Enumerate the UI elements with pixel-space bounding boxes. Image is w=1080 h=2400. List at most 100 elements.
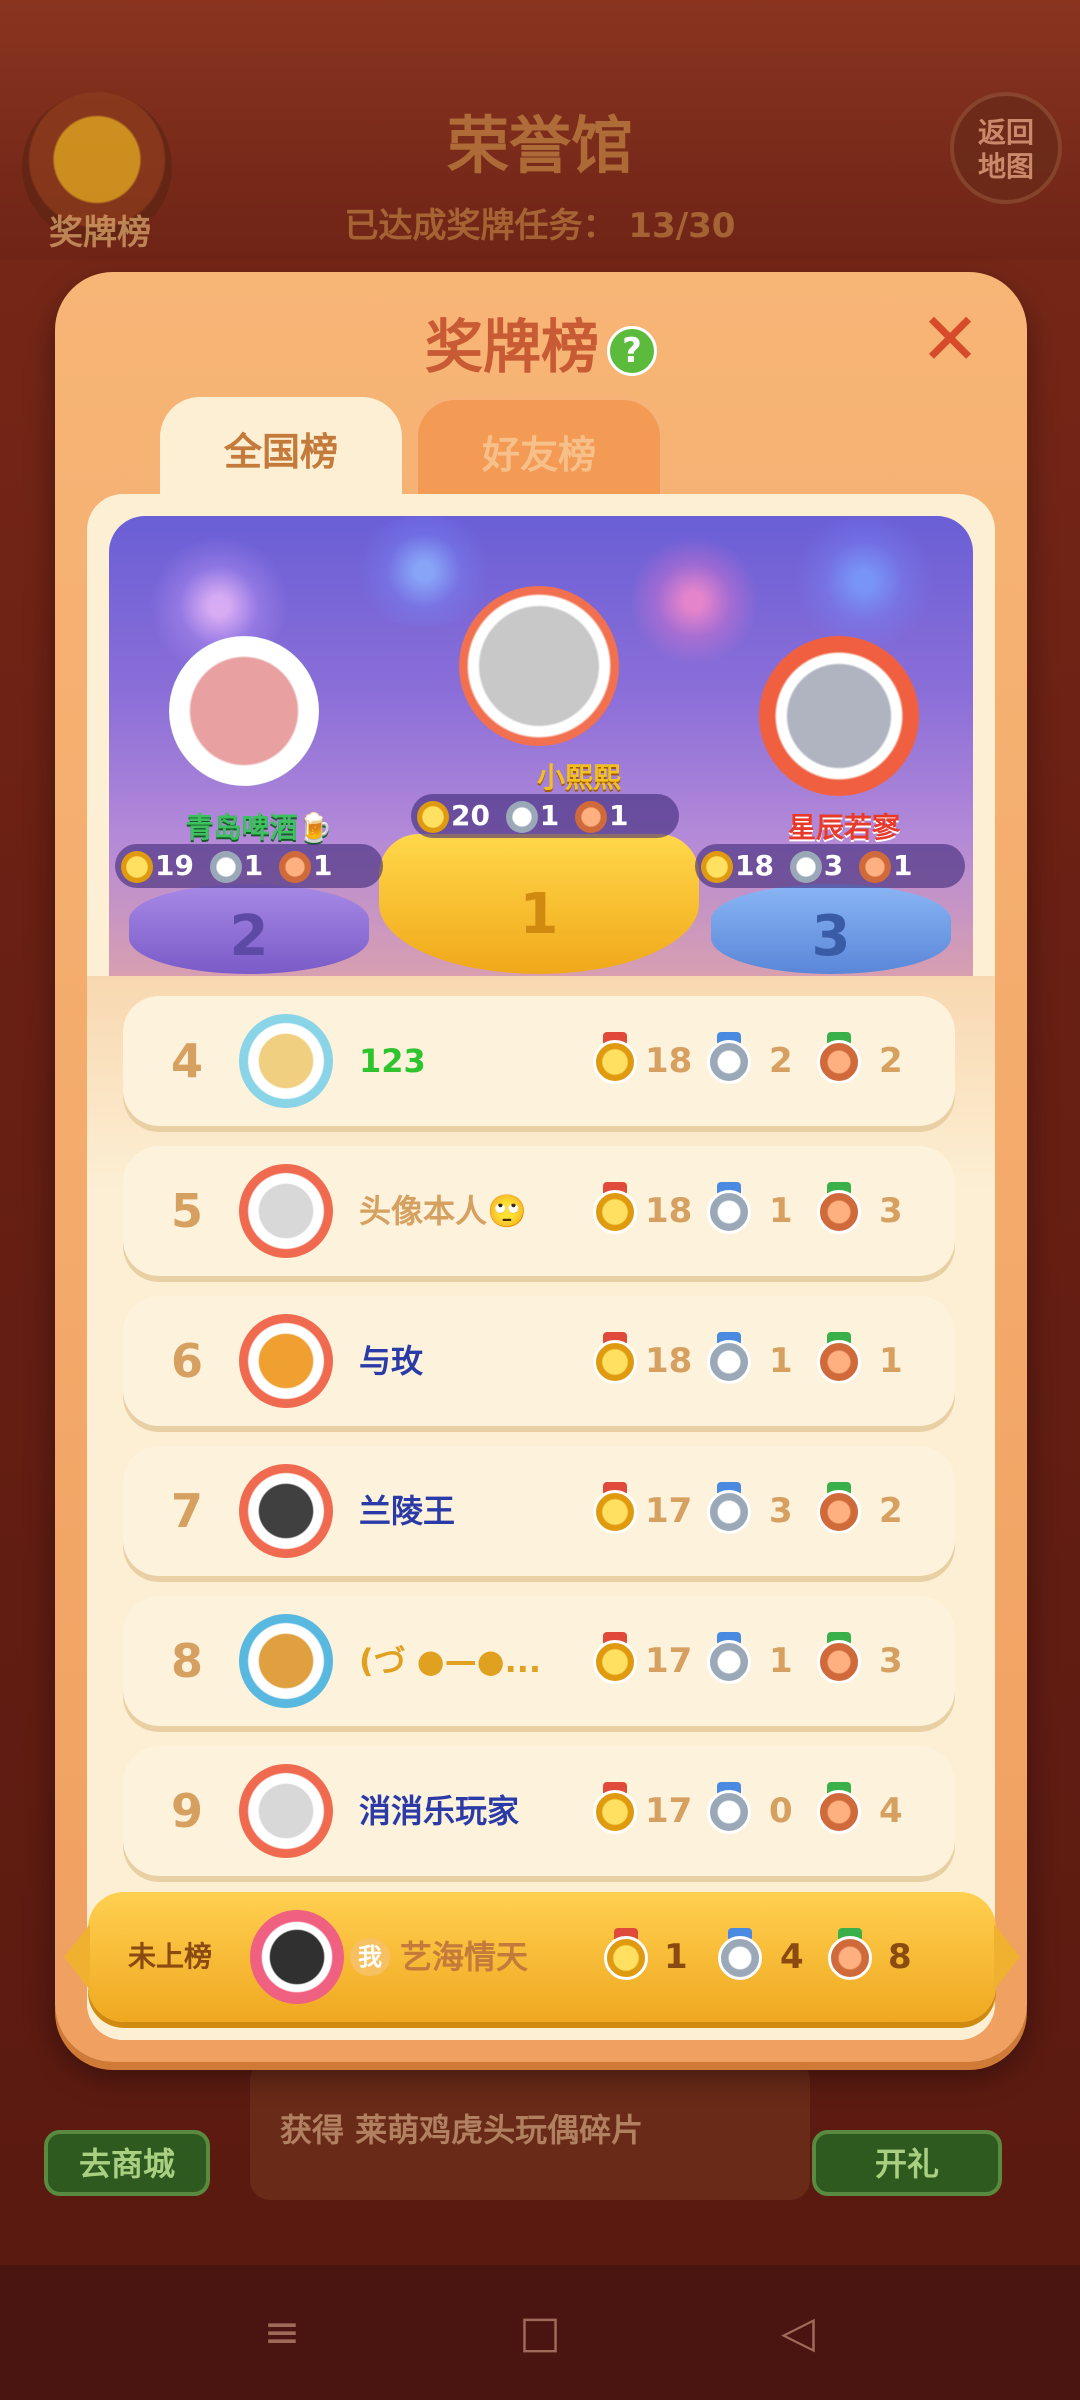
avatar-first[interactable] [459, 586, 619, 746]
row-player-name: 消消乐玩家 [359, 1792, 520, 1830]
self-bronze-count: 8 [888, 1937, 912, 1977]
row-player-name: (づ ●—●... [359, 1642, 542, 1680]
bronze-medal-icon [817, 1032, 861, 1084]
silver-count: 1 [243, 849, 264, 882]
silver-medal-icon [707, 1332, 751, 1384]
silver-medal-icon [707, 1482, 751, 1534]
table-row[interactable]: 7 兰陵王 17 3 2 [123, 1446, 955, 1576]
bronze-count: 1 [892, 849, 913, 882]
row-avatar[interactable] [239, 1014, 333, 1108]
self-name: 艺海情天 [400, 1938, 529, 1976]
firework-decoration [349, 516, 499, 626]
bronze-medal-icon [817, 1632, 861, 1684]
bronze-medal-icon [817, 1182, 861, 1234]
gold-medal-icon [593, 1032, 637, 1084]
medal-ranking-modal: 奖牌榜? ✕ 全国榜 好友榜 2 1 3 小熙熙 青岛啤酒🍺 星辰若寥 20 1… [55, 272, 1027, 2062]
row-player-name: 头像本人🙄 [359, 1192, 527, 1230]
table-row[interactable]: 9 消消乐玩家 17 0 4 [123, 1746, 955, 1876]
gold-count: 18 [735, 849, 774, 882]
system-nav-bar: ≡ □ ◁ [0, 2265, 1080, 2400]
row-silver-count: 3 [769, 1491, 793, 1531]
row-rank: 7 [170, 1484, 203, 1538]
row-bronze-count: 4 [879, 1791, 903, 1831]
row-avatar[interactable] [239, 1614, 333, 1708]
self-gold-count: 1 [664, 1937, 688, 1977]
reward-text: 获得 莱萌鸡虎头玩偶碎片 [250, 2060, 810, 2200]
return-map-button[interactable]: 返回 地图 [950, 92, 1062, 204]
avatar-second[interactable] [169, 636, 319, 786]
row-silver-count: 0 [769, 1791, 793, 1831]
row-silver-count: 1 [769, 1341, 793, 1381]
row-avatar[interactable] [239, 1164, 333, 1258]
bronze-count: 1 [608, 799, 629, 832]
row-player-name: 123 [359, 1042, 426, 1080]
return-label-line2: 地图 [977, 150, 1034, 183]
row-bronze-count: 1 [879, 1341, 903, 1381]
pedestal-second: 2 [129, 884, 369, 974]
self-silver-count: 4 [780, 1937, 804, 1977]
row-gold-count: 17 [645, 1641, 693, 1681]
avatar-third[interactable] [759, 636, 919, 796]
progress-value: 13/30 [628, 206, 736, 246]
row-gold-count: 18 [645, 1341, 693, 1381]
table-row[interactable]: 4 123 18 2 2 [123, 996, 955, 1126]
home-icon[interactable]: □ [510, 2303, 570, 2363]
medal-counts-second: 19 1 1 [115, 844, 383, 888]
row-avatar[interactable] [239, 1314, 333, 1408]
gold-count: 20 [451, 799, 490, 832]
bronze-medal-icon [817, 1782, 861, 1834]
self-avatar[interactable] [250, 1910, 344, 2004]
menu-icon[interactable]: ≡ [252, 2303, 312, 2363]
row-player-name: 与玫 [359, 1342, 424, 1380]
player-name-second: 青岛啤酒🍺 [185, 811, 333, 844]
silver-count: 3 [823, 849, 844, 882]
shop-button[interactable]: 去商城 [44, 2130, 210, 2196]
silver-medal-icon [505, 801, 538, 833]
bronze-medal-icon [828, 1928, 872, 1980]
gold-medal-icon [593, 1782, 637, 1834]
bronze-medal-icon [817, 1482, 861, 1534]
table-row[interactable]: 8 (づ ●—●... 17 1 3 [123, 1596, 955, 1726]
silver-count: 1 [539, 799, 560, 832]
progress-label: 已达成奖牌任务： [344, 206, 617, 246]
row-rank: 5 [170, 1184, 203, 1238]
row-rank: 6 [170, 1334, 203, 1388]
close-button[interactable]: ✕ [915, 303, 985, 375]
pedestal-first: 1 [379, 834, 699, 974]
modal-title-text: 奖牌榜 [424, 313, 599, 381]
pedestal-rank-2: 2 [229, 904, 269, 969]
row-avatar[interactable] [239, 1764, 333, 1858]
self-rank-label: 未上榜 [128, 1940, 213, 1973]
row-gold-count: 18 [645, 1191, 693, 1231]
silver-medal-icon [209, 851, 242, 883]
row-avatar[interactable] [239, 1464, 333, 1558]
help-icon[interactable]: ? [607, 325, 657, 376]
row-player-name: 兰陵王 [359, 1492, 456, 1530]
modal-title: 奖牌榜? [55, 300, 1027, 384]
table-row[interactable]: 5 头像本人🙄 18 1 3 [123, 1146, 955, 1276]
gold-medal-icon [701, 851, 733, 883]
back-icon[interactable]: ◁ [768, 2303, 828, 2363]
silver-medal-icon [707, 1782, 751, 1834]
gold-medal-icon [121, 851, 153, 883]
tab-national[interactable]: 全国榜 [160, 397, 402, 507]
row-rank: 9 [170, 1784, 203, 1838]
row-bronze-count: 2 [879, 1041, 903, 1081]
player-name-first: 小熙熙 [536, 761, 621, 794]
ranking-panel: 2 1 3 小熙熙 青岛啤酒🍺 星辰若寥 20 1 1 19 1 1 18 3 [87, 494, 995, 2040]
ranking-list[interactable]: 4 123 18 2 2 5 头像本人🙄 18 1 3 6 与玫 18 1 1 7 兰陵王 17 3 2 8 (づ ●—●… [87, 976, 995, 2040]
gold-medal-icon [593, 1632, 637, 1684]
silver-medal-icon [707, 1632, 751, 1684]
gold-count: 19 [155, 849, 194, 882]
pedestal-rank-3: 3 [811, 904, 851, 969]
table-row[interactable]: 6 与玫 18 1 1 [123, 1296, 955, 1426]
self-ranking-row[interactable]: 未上榜 我 艺海情天 1 4 8 [64, 1892, 1020, 2022]
task-progress: 已达成奖牌任务： 13/30 [0, 198, 1080, 247]
right-arrow-decoration [994, 1924, 1020, 1990]
pedestal-rank-1: 1 [519, 882, 559, 947]
firework-decoration [789, 516, 939, 646]
gold-medal-icon [417, 801, 449, 833]
gift-button[interactable]: 开礼 [812, 2130, 1002, 2196]
row-bronze-count: 2 [879, 1491, 903, 1531]
gold-medal-icon [593, 1482, 637, 1534]
